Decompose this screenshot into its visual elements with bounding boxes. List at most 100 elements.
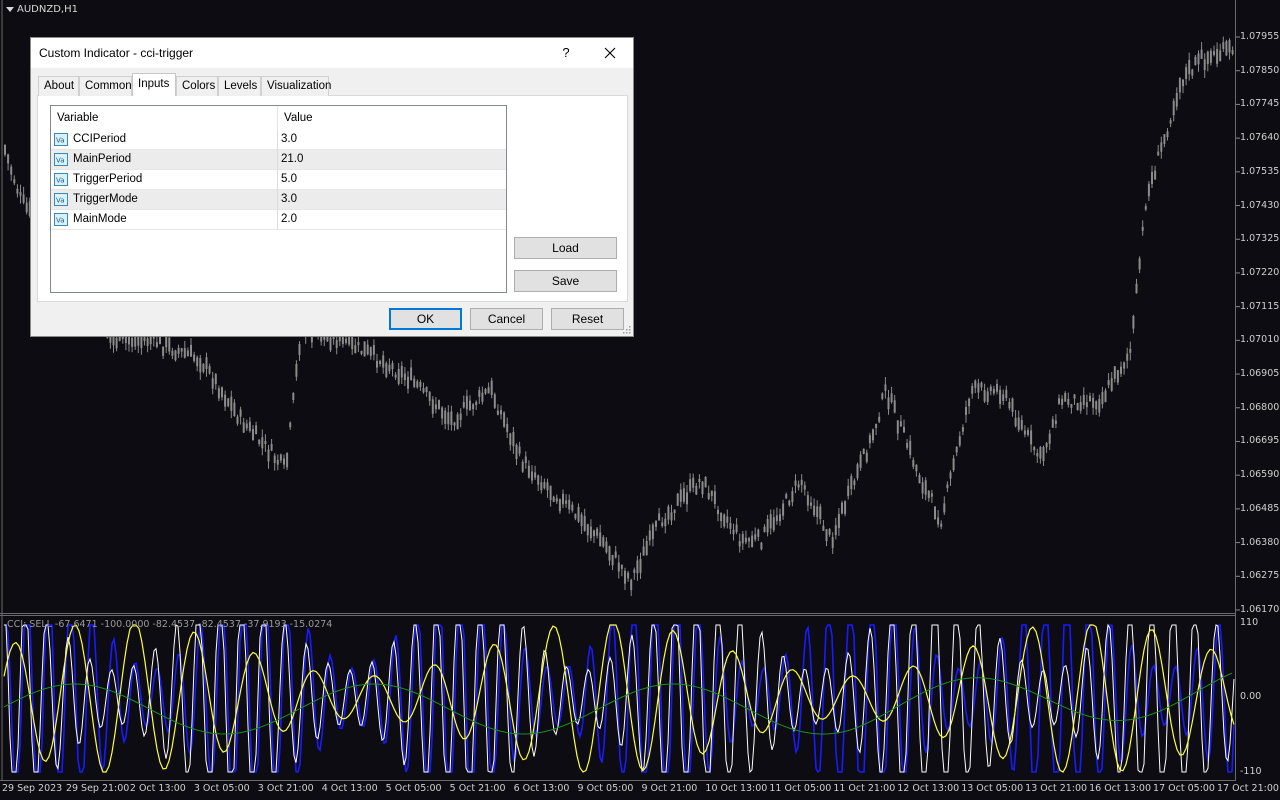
price-tick-label: 1.06800 <box>1240 401 1280 413</box>
input-row-triggerperiod[interactable]: Va TriggerPeriod 5.0 <box>51 170 506 190</box>
input-row-mainperiod[interactable]: Va MainPeriod 21.0 <box>51 150 506 170</box>
input-value[interactable]: 3.0 <box>281 190 297 210</box>
variable-icon: Va <box>54 193 68 206</box>
tab-inputs[interactable]: Inputs <box>132 73 176 96</box>
dropdown-triangle-icon[interactable] <box>6 6 14 12</box>
dialog-title: Custom Indicator - cci-trigger <box>39 46 194 60</box>
cell-separator <box>277 150 278 170</box>
price-tick-label: 1.07115 <box>1240 300 1280 312</box>
time-tick-label: 2 Oct 13:00 <box>129 783 186 794</box>
input-row-cciperiod[interactable]: Va CCIPeriod 3.0 <box>51 130 506 150</box>
close-button[interactable] <box>599 42 621 64</box>
cci-lines <box>3 622 1235 775</box>
svg-text:Va: Va <box>56 217 65 225</box>
price-tick-label: 1.07010 <box>1240 334 1280 346</box>
indicator-tick-label: 110 <box>1240 617 1259 628</box>
tab-visualization[interactable]: Visualization <box>261 76 331 96</box>
price-tick-label: 1.06275 <box>1240 570 1280 582</box>
time-tick-label: 3 Oct 05:00 <box>193 783 250 794</box>
time-tick-label: 16 Oct 13:00 <box>1089 783 1152 794</box>
price-tick-label: 1.06485 <box>1240 502 1280 514</box>
resize-grip-icon[interactable] <box>623 326 631 334</box>
time-tick-label: 13 Oct 21:00 <box>1025 783 1088 794</box>
time-tick-label: 11 Oct 05:00 <box>769 783 832 794</box>
cell-separator <box>277 130 278 150</box>
price-tick-label: 1.06170 <box>1240 604 1280 615</box>
indicator-axis: 110 0.00 -110 <box>1236 615 1280 780</box>
variable-icon: Va <box>54 133 68 146</box>
dialog-titlebar[interactable]: Custom Indicator - cci-trigger ? <box>31 38 633 68</box>
svg-text:Va: Va <box>56 177 65 185</box>
input-row-mainmode[interactable]: Va MainMode 2.0 <box>51 210 506 230</box>
cell-separator <box>277 210 278 230</box>
time-tick-label: 17 Oct 21:00 <box>1217 783 1279 794</box>
reset-button[interactable]: Reset <box>551 308 624 330</box>
price-tick-label: 1.06590 <box>1240 469 1280 481</box>
indicator-tick-label: -110 <box>1240 766 1262 777</box>
inputs-grid: Variable Value Va CCIPeriod 3.0 Va MainPerio… <box>50 105 507 293</box>
input-value[interactable]: 3.0 <box>281 130 297 150</box>
price-tick-label: 1.06380 <box>1240 536 1280 548</box>
input-row-triggermode[interactable]: Va TriggerMode 3.0 <box>51 190 506 210</box>
time-tick-label: 11 Oct 21:00 <box>833 783 896 794</box>
cancel-button[interactable]: Cancel <box>470 308 543 330</box>
column-header-variable[interactable]: Variable <box>51 106 98 130</box>
input-name: TriggerMode <box>73 193 138 205</box>
symbol-label[interactable]: AUDNZD,H1 <box>6 4 78 15</box>
svg-text:Va: Va <box>56 197 65 205</box>
time-tick-label: 9 Oct 21:00 <box>641 783 698 794</box>
ok-button[interactable]: OK <box>389 308 462 330</box>
help-button[interactable]: ? <box>555 43 577 63</box>
svg-text:Va: Va <box>56 157 65 165</box>
time-tick-label: 6 Oct 13:00 <box>513 783 570 794</box>
input-value[interactable]: 21.0 <box>281 150 303 170</box>
variable-icon: Va <box>54 173 68 186</box>
time-tick-label: 17 Oct 05:00 <box>1153 783 1215 794</box>
tab-about[interactable]: About <box>38 76 79 96</box>
time-tick-label: 29 Sep 2023 <box>2 783 63 794</box>
time-tick-label: 13 Oct 05:00 <box>961 783 1024 794</box>
variable-icon: Va <box>54 213 68 226</box>
cell-separator <box>277 190 278 210</box>
tab-colors[interactable]: Colors <box>176 76 218 96</box>
price-tick-label: 1.07850 <box>1240 64 1280 76</box>
indicator-tick-label: 0.00 <box>1240 691 1262 702</box>
price-tick-label: 1.07325 <box>1240 233 1280 245</box>
time-tick-label: 4 Oct 13:00 <box>321 783 378 794</box>
time-tick-label: 5 Oct 21:00 <box>449 783 506 794</box>
price-tick-label: 1.07640 <box>1240 132 1280 144</box>
cell-separator <box>277 170 278 190</box>
tab-common[interactable]: Common <box>79 76 132 96</box>
custom-indicator-dialog: Custom Indicator - cci-trigger ? Variabl… <box>30 37 634 337</box>
indicator-label: CCI: SELL -67.6471 -100.0000 -82.4537 -8… <box>7 619 333 630</box>
time-tick-label: 9 Oct 05:00 <box>577 783 634 794</box>
load-button[interactable]: Load <box>514 237 617 259</box>
price-tick-label: 1.07220 <box>1240 266 1280 278</box>
time-tick-label: 12 Oct 13:00 <box>897 783 960 794</box>
input-value[interactable]: 2.0 <box>281 210 297 230</box>
input-name: CCIPeriod <box>73 133 127 145</box>
tab-levels[interactable]: Levels <box>218 76 261 96</box>
close-icon <box>604 47 616 59</box>
save-button[interactable]: Save <box>514 270 617 292</box>
input-value[interactable]: 5.0 <box>281 170 297 190</box>
time-tick-label: 5 Oct 05:00 <box>385 783 442 794</box>
price-axis[interactable]: 1.07955 1.07850 1.07745 1.07640 1.07535 1.074… <box>1236 0 1280 615</box>
price-tick-label: 1.07535 <box>1240 165 1280 177</box>
price-tick-label: 1.06905 <box>1240 368 1280 380</box>
price-tick-label: 1.07955 <box>1240 31 1280 42</box>
time-axis[interactable]: 29 Sep 2023 29 Sep 21:00 2 Oct 13:00 3 Oct … <box>0 781 1279 800</box>
grid-header: Variable Value <box>51 106 506 130</box>
price-tick-label: 1.07430 <box>1240 199 1280 211</box>
time-tick-label: 3 Oct 21:00 <box>257 783 314 794</box>
input-name: MainMode <box>73 213 127 225</box>
input-name: MainPeriod <box>73 153 132 165</box>
symbol-text: AUDNZD,H1 <box>17 4 78 15</box>
input-name: TriggerPeriod <box>73 173 143 185</box>
time-tick-label: 29 Sep 21:00 <box>65 783 130 794</box>
time-tick-label: 10 Oct 13:00 <box>705 783 768 794</box>
column-header-value[interactable]: Value <box>278 106 313 130</box>
price-tick-label: 1.06695 <box>1240 435 1280 447</box>
svg-text:Va: Va <box>56 137 65 145</box>
inputs-tab-panel: Variable Value Va CCIPeriod 3.0 Va MainPerio… <box>37 95 628 302</box>
